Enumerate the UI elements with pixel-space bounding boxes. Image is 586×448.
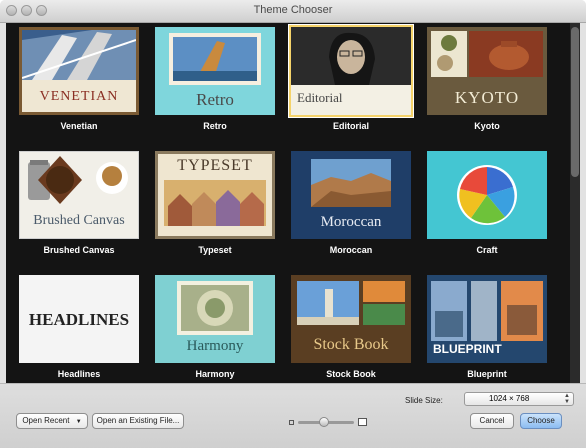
theme-thumbnail[interactable]: BLUEPRINT xyxy=(427,275,547,363)
dropdown-arrow-icon: ▼ xyxy=(75,419,82,425)
bottom-bar: Slide Size: 1024 × 768 ▲ ▼ Open Recent ▼ … xyxy=(0,383,586,448)
theme-label: Stock Book xyxy=(326,369,376,379)
cancel-label: Cancel xyxy=(479,416,505,425)
theme-thumbnail[interactable]: Retro xyxy=(155,27,275,115)
theme-tile-craft[interactable]: Craft xyxy=(414,147,548,270)
theme-thumbnail[interactable]: Stock Book xyxy=(291,275,411,363)
theme-label: Typeset xyxy=(198,245,232,255)
theme-tile-moroccan[interactable]: Moroccan Moroccan xyxy=(278,147,412,270)
theme-tile-harmony[interactable]: Harmony Harmony xyxy=(142,271,276,383)
open-recent-button[interactable]: Open Recent ▼ xyxy=(16,413,88,429)
theme-thumb-title: Harmony xyxy=(186,338,244,354)
theme-tile-venetian[interactable]: VENETIAN Venetian xyxy=(6,23,140,146)
theme-label: Moroccan xyxy=(329,245,373,255)
theme-tile-typeset[interactable]: TYPESET Typeset xyxy=(142,147,276,270)
open-existing-file-button[interactable]: Open an Existing File... xyxy=(92,413,184,429)
theme-label: Craft xyxy=(476,245,498,255)
theme-thumb-title: BLUEPRINT xyxy=(433,342,502,356)
select-arrows-icon: ▲ ▼ xyxy=(564,393,570,405)
theme-label: Venetian xyxy=(60,121,98,131)
theme-tile-headlines[interactable]: HEADLINES Headlines xyxy=(6,271,140,383)
theme-tile-blueprint[interactable]: BLUEPRINT Blueprint xyxy=(414,271,548,383)
theme-chooser-window: Theme Chooser VENETIAN Venetian Retro Re… xyxy=(0,0,586,448)
theme-label: Harmony xyxy=(195,369,235,379)
theme-thumbnail[interactable]: VENETIAN xyxy=(19,27,139,115)
theme-label: Editorial xyxy=(332,121,369,131)
zoom-slider-knob[interactable] xyxy=(319,417,329,427)
theme-thumbnail[interactable] xyxy=(427,151,547,239)
theme-tile-editorial[interactable]: Editorial Editorial xyxy=(278,23,412,146)
theme-tile-retro[interactable]: Retro Retro xyxy=(142,23,276,146)
choose-label: Choose xyxy=(527,416,555,425)
theme-tile-brushed-canvas[interactable]: Brushed Canvas Brushed Canvas xyxy=(6,147,140,270)
slide-size-value: 1024 × 768 xyxy=(489,394,530,403)
theme-thumbnail[interactable]: Editorial xyxy=(291,27,411,115)
theme-thumbnail[interactable]: TYPESET xyxy=(155,151,275,239)
open-recent-label: Open Recent xyxy=(22,416,70,425)
window-title: Theme Chooser xyxy=(253,4,333,16)
scrollbar-thumb[interactable] xyxy=(571,27,579,177)
theme-label: Retro xyxy=(203,121,227,131)
theme-thumb-title: VENETIAN xyxy=(39,89,119,104)
theme-gallery: VENETIAN Venetian Retro Retro Editorial … xyxy=(6,23,580,383)
theme-label: Blueprint xyxy=(467,369,507,379)
theme-thumb-title: Retro xyxy=(196,90,234,109)
open-existing-label: Open an Existing File... xyxy=(96,416,180,425)
slide-size-select[interactable]: 1024 × 768 ▲ ▼ xyxy=(464,392,574,406)
zoom-large-icon xyxy=(358,418,367,426)
slide-size-label: Slide Size: xyxy=(405,396,443,405)
title-bar: Theme Chooser xyxy=(0,0,586,23)
theme-thumb-title: KYOTO xyxy=(454,88,520,107)
theme-label: Brushed Canvas xyxy=(43,245,115,255)
theme-thumb-title: HEADLINES xyxy=(28,310,130,329)
typeset-image xyxy=(164,180,266,226)
theme-thumbnail[interactable]: HEADLINES xyxy=(19,275,139,363)
pie-chart-icon xyxy=(457,165,517,225)
theme-label: Kyoto xyxy=(474,121,500,131)
gallery-scrollbar[interactable] xyxy=(570,23,580,383)
theme-tile-stock-book[interactable]: Stock Book Stock Book xyxy=(278,271,412,383)
theme-thumbnail[interactable]: Brushed Canvas xyxy=(19,151,139,239)
theme-thumb-title: Editorial xyxy=(297,90,343,105)
choose-button[interactable]: Choose xyxy=(520,413,562,429)
theme-thumb-title: Moroccan xyxy=(320,214,382,230)
theme-thumbnail[interactable]: KYOTO xyxy=(427,27,547,115)
theme-thumbnail[interactable]: Moroccan xyxy=(291,151,411,239)
theme-thumbnail[interactable]: Harmony xyxy=(155,275,275,363)
theme-thumb-title: Brushed Canvas xyxy=(33,213,125,228)
theme-label: Headlines xyxy=(57,369,101,379)
theme-tile-kyoto[interactable]: KYOTO Kyoto xyxy=(414,23,548,146)
theme-thumb-title: Stock Book xyxy=(313,336,389,353)
cancel-button[interactable]: Cancel xyxy=(470,413,514,429)
zoom-small-icon xyxy=(289,420,294,425)
